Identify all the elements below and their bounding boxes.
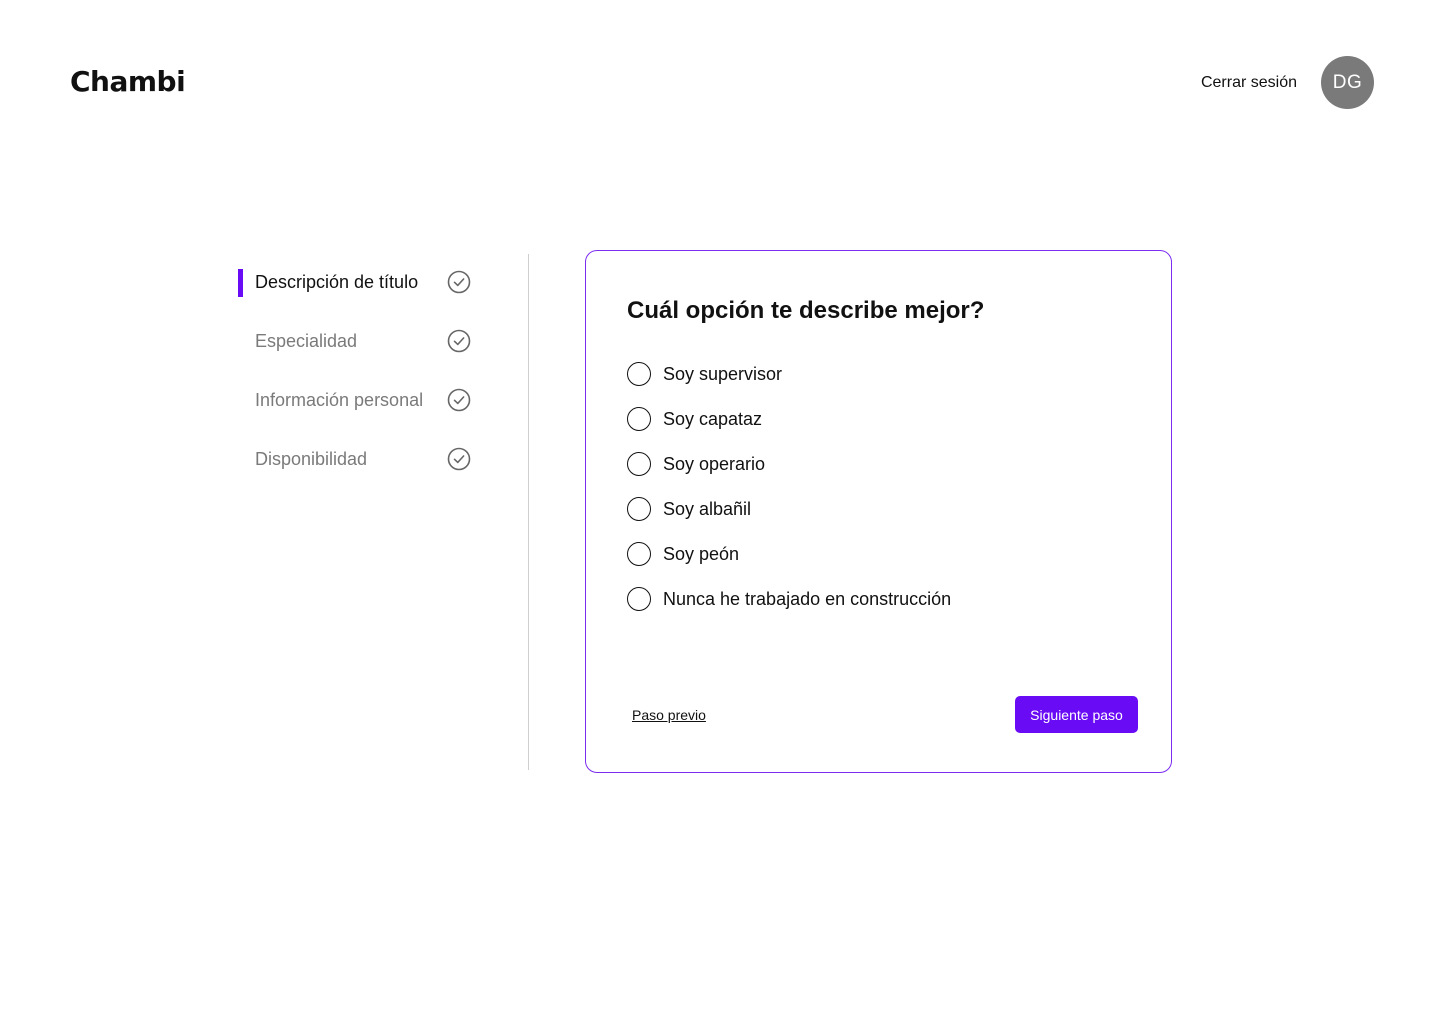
radio-button[interactable] [627, 361, 651, 386]
page: Chambi Cerrar sesión DG Descripción de t… [0, 0, 1440, 1024]
option-label: Soy peón [663, 543, 740, 564]
check-circle-icon [447, 388, 471, 412]
option-soy-capataz[interactable]: Soy capataz [627, 396, 951, 441]
vertical-divider [528, 254, 529, 770]
radio-button[interactable] [627, 451, 651, 476]
option-nunca-construccion[interactable]: Nunca he trabajado en construcción [627, 576, 951, 621]
option-label: Soy operario [663, 453, 766, 474]
step-informacion-personal[interactable]: Información personal [238, 370, 478, 429]
radio-button[interactable] [627, 541, 651, 566]
option-label: Soy albañil [663, 498, 752, 519]
question-card: Cuál opción te describe mejor? Soy super… [585, 250, 1172, 773]
previous-step-link[interactable]: Paso previo [632, 706, 706, 724]
check-circle-icon [447, 270, 471, 294]
step-disponibilidad[interactable]: Disponibilidad [238, 429, 478, 488]
option-soy-albanil[interactable]: Soy albañil [627, 486, 951, 531]
step-label: Descripción de título [255, 272, 419, 292]
check-circle-icon [447, 447, 471, 471]
check-circle-icon [447, 329, 471, 353]
step-indicator [238, 387, 243, 415]
step-especialidad[interactable]: Especialidad [238, 311, 478, 370]
options-radio-group: Soy supervisor Soy capataz Soy operario … [627, 351, 951, 621]
option-soy-peon[interactable]: Soy peón [627, 531, 951, 576]
option-soy-operario[interactable]: Soy operario [627, 441, 951, 486]
radio-button[interactable] [627, 586, 651, 611]
question-title: Cuál opción te describe mejor? [627, 297, 985, 324]
option-label: Soy supervisor [663, 363, 783, 384]
step-label: Disponibilidad [255, 449, 368, 469]
active-step-indicator [238, 269, 243, 297]
option-soy-supervisor[interactable]: Soy supervisor [627, 351, 951, 396]
avatar[interactable]: DG [1321, 56, 1374, 109]
option-label: Soy capataz [663, 408, 763, 429]
steps-nav: Descripción de título Especialidad Infor… [238, 252, 478, 488]
next-step-button[interactable]: Siguiente paso [1015, 696, 1138, 733]
radio-button[interactable] [627, 496, 651, 521]
logo: Chambi [70, 65, 186, 98]
radio-button[interactable] [627, 406, 651, 431]
step-indicator [238, 328, 243, 356]
option-label: Nunca he trabajado en construcción [663, 588, 952, 609]
step-label: Especialidad [255, 331, 358, 351]
step-indicator [238, 446, 243, 474]
step-descripcion-titulo[interactable]: Descripción de título [238, 252, 478, 311]
logout-link[interactable]: Cerrar sesión [1201, 72, 1297, 94]
step-label: Información personal [255, 390, 424, 410]
